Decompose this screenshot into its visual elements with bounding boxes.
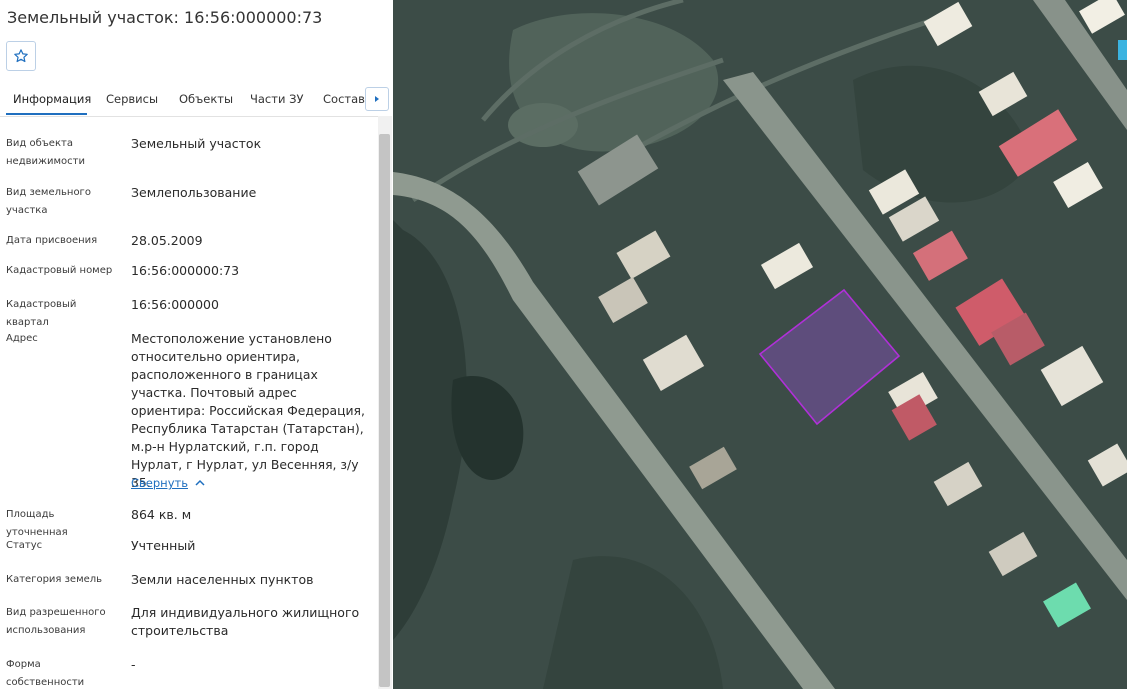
field-value: 16:56:000000:73 xyxy=(131,263,240,278)
tab-composition[interactable]: Состав xyxy=(323,92,365,106)
field-value: - xyxy=(131,657,136,672)
field-label: Адрес xyxy=(6,333,38,344)
field-label: Статус xyxy=(6,540,43,551)
field-value: Местоположение установлено относительно … xyxy=(131,331,365,490)
tabs-next-button[interactable] xyxy=(365,87,389,111)
scrollbar-thumb[interactable] xyxy=(379,134,390,687)
field-value: 28.05.2009 xyxy=(131,233,203,248)
field-label: Вид разрешенного использования xyxy=(6,607,106,636)
star-outline-icon xyxy=(14,49,28,63)
field-label: Дата присвоения xyxy=(6,235,98,246)
map-imagery xyxy=(393,0,1127,689)
field-value: Для индивидуального жилищного строительс… xyxy=(131,605,360,638)
tab-services[interactable]: Сервисы xyxy=(106,92,158,106)
caret-right-icon xyxy=(375,96,379,102)
panel-scrollbar[interactable] xyxy=(378,116,392,689)
tab-parcel-parts[interactable]: Части ЗУ xyxy=(250,92,303,106)
satellite-map[interactable] xyxy=(393,0,1127,689)
active-tab-indicator xyxy=(6,113,87,115)
chevron-up-icon xyxy=(195,479,205,486)
field-value: Учтенный xyxy=(131,538,196,553)
collapse-label: Свернуть xyxy=(131,476,188,490)
field-label: Вид земельного участка xyxy=(6,187,91,216)
field-value: Земли населенных пунктов xyxy=(131,572,314,587)
collapse-link[interactable]: Свернуть xyxy=(131,476,206,490)
favorite-button[interactable] xyxy=(6,41,36,71)
field-label: Кадастровый квартал xyxy=(6,299,77,328)
info-panel: Земельный участок: 16:56:000000:73 Инфор… xyxy=(0,0,393,689)
field-label: Форма собственности xyxy=(6,659,85,688)
tab-objects[interactable]: Объекты xyxy=(179,92,233,106)
page-title: Земельный участок: 16:56:000000:73 xyxy=(7,8,323,27)
tab-information[interactable]: Информация xyxy=(13,92,91,106)
field-value: 864 кв. м xyxy=(131,507,192,522)
field-value: 16:56:000000 xyxy=(131,297,219,312)
field-label: Вид объекта недвижимости xyxy=(6,138,85,167)
field-label: Категория земель xyxy=(6,574,103,585)
tab-bar: Информация Сервисы Объекты Части ЗУ Сост… xyxy=(0,86,392,117)
field-label: Кадастровый номер xyxy=(6,265,113,276)
field-value: Земельный участок xyxy=(131,136,262,151)
field-value: Землепользование xyxy=(131,185,257,200)
